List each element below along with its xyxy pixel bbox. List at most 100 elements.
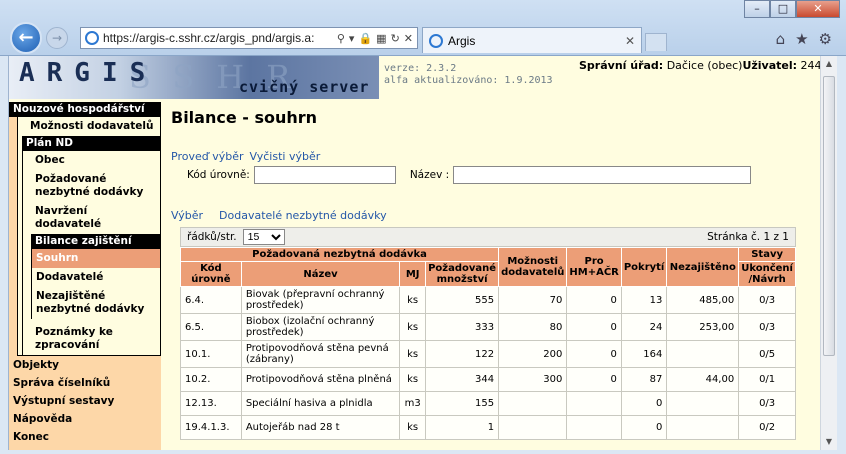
cell-kod: 10.1. [180,340,242,368]
sidebar-item-moznosti[interactable]: Možnosti dodavatelů [18,117,160,136]
sidebar-item-dodavatele[interactable]: Dodavatelé [32,268,160,287]
cell-mj: m3 [399,391,427,416]
compatibility-icon[interactable]: ▦ [376,32,386,45]
sidebar-item-napoveda[interactable]: Nápověda [9,410,161,428]
tab-ie-icon [429,33,443,48]
table-row[interactable]: 6.4. Biovak (přepravní ochranný prostřede… [180,286,796,314]
filter-form: Kód úrovně: Název : [187,166,765,184]
forward-button[interactable]: → [46,27,68,49]
sidebar-item-pozadovane[interactable]: Požadované nezbytné dodávky [23,170,160,202]
sidebar-section-nouzove[interactable]: Nouzové hospodářství [9,102,161,117]
sidebar-item-poznamky[interactable]: Poznámky ke zpracování [23,323,160,355]
header-pozadovane[interactable]: Požadované množství [425,261,500,287]
cell-nazev: Protipovodňová stěna plněná [240,367,401,392]
cell-nazev: Protipovodňová stěna pevná (zábrany) [240,340,401,368]
code-filter-input[interactable] [253,166,396,184]
header-pokryti[interactable]: Pokrytí [620,247,668,287]
cell-pro [566,391,622,416]
cell-moz: 300 [498,367,568,392]
cell-uk: 0/5 [738,340,796,368]
table-row[interactable]: 6.5. Biobox (izolační ochranný prostředek… [180,313,796,341]
group-header: Požadovaná nezbytná dodávka [179,247,500,262]
search-icon[interactable]: ⚲ [337,32,345,45]
header-nezajisteno[interactable]: Nezajištěno [666,247,740,287]
sidebar-item-konec[interactable]: Konec [9,428,161,446]
select-link[interactable]: Proveď výběr [171,150,244,163]
scroll-thumb[interactable] [823,76,835,356]
logo-text: ARGIS [19,58,158,88]
cell-pro: 0 [566,286,622,314]
cell-pro: 0 [566,313,622,341]
favorites-icon[interactable]: ★ [795,30,808,48]
cell-nez: 253,00 [666,313,740,341]
cell-pok: 87 [620,367,668,392]
user-value: 2440 [800,59,820,72]
address-bar[interactable]: https://argis-c.sshr.cz/argis_pnd/argis.… [80,27,418,49]
navigation-buttons: ← → [10,22,68,54]
sidebar-item-sprava[interactable]: Správa číselníků [9,374,161,392]
scroll-up-icon[interactable]: ▲ [821,56,837,72]
close-button[interactable]: ✕ [796,0,840,18]
refresh-icon[interactable]: ↻ [391,32,400,45]
cell-nez [666,415,740,440]
code-filter-label: Kód úrovně: [187,169,250,181]
browser-tab[interactable]: Argis ✕ [422,27,642,53]
dropdown-icon[interactable]: ▾ [349,32,355,45]
cell-mj: ks [399,286,427,314]
cell-pok: 0 [620,391,668,416]
name-filter-input[interactable] [453,166,752,184]
main-content: Bilance - souhrn Proveď výběr Vyčisti vý… [171,102,820,440]
table-row[interactable]: 12.13. Speciální hasiva a plnidla m3 155 0 0/… [180,391,796,416]
cell-pro: 0 [566,367,622,392]
cell-moz: 80 [498,313,568,341]
sidebar-item-objekty[interactable]: Objekty [9,356,161,374]
tab-close-icon[interactable]: ✕ [625,34,635,48]
rows-per-page-select[interactable]: 15 [242,229,285,245]
cell-pro [566,415,622,440]
sidebar-item-bilance[interactable]: Bilance zajištění [31,234,160,249]
page-viewport: SSHR ARGIS cvičný server verze: 2.3.2 al… [8,56,820,450]
cell-pok: 164 [620,340,668,368]
cell-kod: 6.5. [180,313,242,341]
cell-nez [666,340,740,368]
table-row[interactable]: 10.1. Protipovodňová stěna pevná (zábrany… [180,340,796,368]
header-stavy: Stavy [738,247,796,262]
new-tab-button[interactable] [645,33,667,51]
version-text: verze: 2.3.2 [384,63,457,74]
sidebar-item-obec[interactable]: Obec [23,151,160,170]
tab-title: Argis [448,33,476,48]
minimize-button[interactable]: – [744,0,770,18]
sidebar-item-souhrn[interactable]: Souhrn [32,249,160,268]
header-ukonceni[interactable]: Ukončení /Návrh [738,261,796,287]
page-info: Stránka č. 1 z 1 [707,231,789,243]
app-banner: SSHR ARGIS cvičný server verze: 2.3.2 al… [9,56,820,99]
sidebar-plan-block: Obec Požadované nezbytné dodávky Navržen… [22,151,160,355]
scroll-down-icon[interactable]: ▼ [821,434,837,450]
sidebar-item-nezajistene[interactable]: Nezajištěné nezbytné dodávky [32,287,160,319]
maximize-button[interactable]: □ [770,0,796,18]
settings-gear-icon[interactable]: ⚙ [819,30,832,48]
sidebar-item-navrzeni[interactable]: Navržení dodavatelé [23,202,160,234]
header-kod[interactable]: Kód úrovně [180,261,242,287]
table-row[interactable]: 10.2. Protipovodňová stěna plněná ks 344 300… [180,367,796,392]
clear-link[interactable]: Vyčisti výběr [250,150,321,163]
header-nazev[interactable]: Název [240,261,401,287]
tab-vyber[interactable]: Výběr [171,209,203,222]
vertical-scrollbar[interactable]: ▲ ▼ [820,56,837,450]
cell-nez: 44,00 [666,367,740,392]
tab-dodavatele[interactable]: Dodavatelé nezbytné dodávky [219,209,387,222]
cell-uk: 0/3 [738,313,796,341]
table-row[interactable]: 19.4.1.3. Autojeřáb nad 28 t ks 1 0 0/2 [180,415,796,440]
header-pro[interactable]: Pro HM+AČR [566,247,622,287]
sidebar-item-vystupni[interactable]: Výstupní sestavy [9,392,161,410]
stop-icon[interactable]: ✕ [404,32,413,45]
cell-mj: ks [399,415,427,440]
cell-nazev: Speciální hasiva a plnidla [240,391,401,416]
address-url[interactable]: https://argis-c.sshr.cz/argis_pnd/argis.… [103,31,337,45]
back-button[interactable]: ← [10,22,42,54]
home-icon[interactable]: ⌂ [776,30,786,48]
header-moznosti[interactable]: Možnosti dodavatelů [498,247,568,287]
lock-icon[interactable]: 🔒 [358,32,372,45]
header-mj[interactable]: MJ [399,261,427,287]
sidebar-item-plan-nd[interactable]: Plán ND [22,136,160,151]
